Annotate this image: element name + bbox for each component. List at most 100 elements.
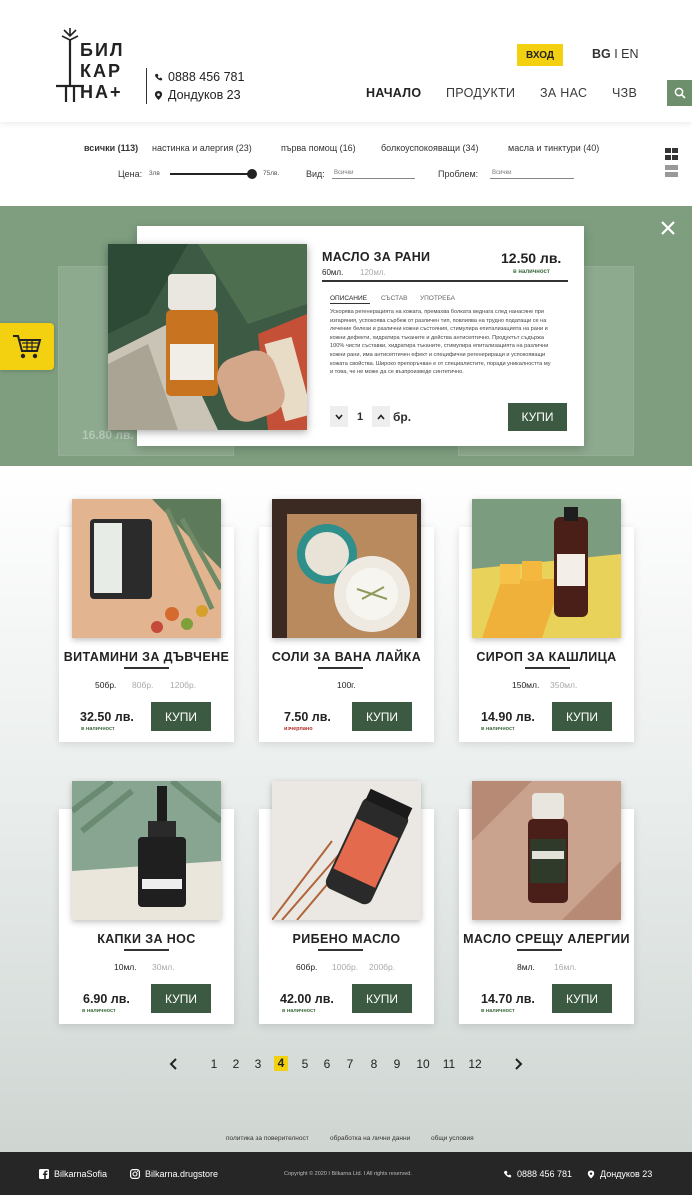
header-phone[interactable]: 0888 456 781 (154, 68, 244, 86)
page-link[interactable]: 8 (367, 1057, 381, 1071)
price-filter-label: Цена: (118, 169, 143, 179)
privacy-policy-link[interactable]: политика за поверителност (226, 1135, 309, 1142)
product-image[interactable] (472, 499, 621, 638)
size-option-selected[interactable]: 50бр. (95, 680, 116, 690)
price-slider-handle[interactable] (247, 169, 257, 179)
tab-description[interactable]: ОПИСАНИЕ (330, 295, 367, 302)
page-link[interactable]: 11 (440, 1057, 458, 1071)
buy-button[interactable]: КУПИ (151, 702, 211, 731)
product-name[interactable]: МАСЛО СРЕЩУ АЛЕРГИИ (459, 932, 634, 946)
footer-phone[interactable]: 0888 456 781 (503, 1169, 572, 1179)
size-option[interactable]: 16мл. (554, 962, 577, 972)
nav-products[interactable]: ПРОДУКТИ (446, 86, 515, 100)
size-option[interactable]: 100бр. (332, 962, 358, 972)
size-option[interactable]: 200бр. (369, 962, 395, 972)
product-name[interactable]: СИРОП ЗА КАШЛИЦА (459, 650, 634, 664)
size-option-selected[interactable]: 100г. (337, 680, 356, 690)
page-link[interactable]: 1 (207, 1057, 221, 1071)
quantity-increase-button[interactable] (372, 406, 390, 427)
problem-filter-select[interactable]: Всички (490, 170, 574, 179)
product-price: 14.90 лв. (481, 710, 535, 724)
size-option-selected[interactable]: 150мл. (512, 680, 539, 690)
terms-link[interactable]: общи условия (431, 1135, 474, 1142)
type-filter-label: Вид: (306, 169, 325, 179)
price-slider-track[interactable] (170, 173, 254, 175)
filter-category-painkillers[interactable]: болкоуспокояващи (34) (381, 143, 478, 153)
product-price: 7.50 лв. (284, 710, 331, 724)
page-link[interactable]: 12 (466, 1057, 484, 1071)
modal-product-title: МАСЛО ЗА РАНИ (322, 250, 431, 264)
product-image[interactable] (72, 781, 221, 920)
page-link[interactable]: 7 (343, 1057, 357, 1071)
product-image[interactable] (272, 499, 421, 638)
close-icon[interactable] (660, 220, 676, 236)
stock-status: в наличност (81, 726, 115, 732)
footer-address: Дондуков 23 (587, 1169, 652, 1179)
footer-phone-text: 0888 456 781 (517, 1169, 573, 1179)
chevron-left-icon[interactable] (169, 1058, 179, 1070)
lang-bg[interactable]: BG (592, 47, 611, 61)
nav-home[interactable]: НАЧАЛО (366, 86, 421, 100)
header-address: Дондуков 23 (154, 86, 244, 104)
product-name[interactable]: РИБЕНО МАСЛО (259, 932, 434, 946)
size-option[interactable]: 120бр. (170, 680, 196, 690)
search-button[interactable] (667, 80, 692, 106)
page-link[interactable]: 9 (390, 1057, 404, 1071)
language-switch: BG I EN (592, 47, 639, 61)
filter-category-cold-allergy[interactable]: настинка и алергия (23) (152, 143, 252, 153)
cart-button[interactable] (0, 323, 54, 370)
quantity-value[interactable]: 1 (357, 411, 363, 423)
size-option-selected[interactable]: 8мл. (517, 962, 535, 972)
modal-size-option-selected[interactable]: 60мл. (322, 268, 343, 277)
tab-ingredients[interactable]: СЪСТАВ (381, 295, 408, 302)
page-link[interactable]: 6 (320, 1057, 334, 1071)
size-option[interactable]: 350мл. (550, 680, 577, 690)
buy-button[interactable]: КУПИ (552, 984, 612, 1013)
modal-buy-button[interactable]: КУПИ (508, 403, 567, 431)
lang-en[interactable]: EN (621, 47, 638, 61)
login-button[interactable]: ВХОД (517, 44, 563, 66)
filter-category-all[interactable]: всички (113) (84, 143, 138, 153)
logo-line-3: НА+ (80, 82, 123, 102)
quantity-unit: бр. (393, 410, 412, 424)
quantity-decrease-button[interactable] (330, 406, 348, 427)
size-option[interactable]: 30мл. (152, 962, 175, 972)
page-link[interactable]: 5 (298, 1057, 312, 1071)
modal-size-option[interactable]: 120мл. (360, 268, 386, 277)
page-link-current[interactable]: 4 (274, 1056, 288, 1071)
buy-button[interactable]: КУПИ (151, 984, 211, 1013)
filter-category-oils[interactable]: масла и тинктури (40) (508, 143, 599, 153)
type-filter-select[interactable]: Всички (332, 170, 415, 179)
list-view-icon[interactable] (665, 165, 678, 177)
copyright-text: Copyright © 2020 I Bilkarna Ltd. I All r… (284, 1171, 412, 1177)
size-option-selected[interactable]: 60бр. (296, 962, 317, 972)
grid-view-icon[interactable] (665, 148, 678, 160)
size-option[interactable]: 80бр. (132, 680, 153, 690)
active-tab-indicator (330, 303, 370, 304)
buy-button[interactable]: КУПИ (552, 702, 612, 731)
buy-button[interactable]: КУПИ (352, 984, 412, 1013)
product-image[interactable] (72, 499, 221, 638)
size-option-selected[interactable]: 10мл. (114, 962, 137, 972)
product-name[interactable]: ВИТАМИНИ ЗА ДЪВЧЕНЕ (59, 650, 234, 664)
product-name[interactable]: СОЛИ ЗА ВАНА ЛАЙКА (259, 650, 434, 664)
product-name[interactable]: КАПКИ ЗА НОС (59, 932, 234, 946)
product-image[interactable] (472, 781, 621, 920)
chevron-right-icon[interactable] (513, 1058, 523, 1070)
nav-faq[interactable]: ЧЗВ (612, 86, 637, 100)
filter-category-first-aid[interactable]: първа помощ (16) (281, 143, 356, 153)
product-image[interactable] (272, 781, 421, 920)
page-link[interactable]: 10 (414, 1057, 432, 1071)
tab-usage[interactable]: УПОТРЕБА (420, 295, 455, 302)
product-name-underline (525, 667, 570, 669)
logo-text: БИЛ КАР НА+ (80, 40, 125, 103)
nav-about[interactable]: ЗА НАС (540, 86, 587, 100)
page-link[interactable]: 3 (251, 1057, 265, 1071)
facebook-link[interactable]: BilkarnaSofia (39, 1169, 107, 1179)
instagram-link[interactable]: Bilkarna.drugstore (130, 1169, 218, 1179)
logo-line-2: КАР (80, 61, 122, 81)
buy-button[interactable]: КУПИ (352, 702, 412, 731)
stock-status: в наличност (481, 1008, 515, 1014)
page-link[interactable]: 2 (229, 1057, 243, 1071)
data-processing-link[interactable]: обработка на лични данни (330, 1135, 410, 1142)
